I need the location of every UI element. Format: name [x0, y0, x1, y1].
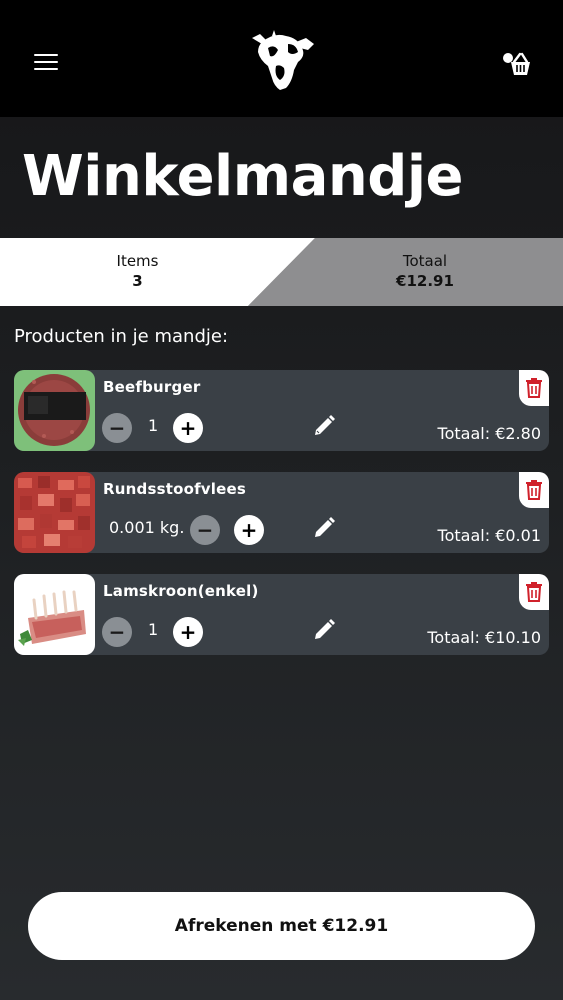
product-name: Lamskroon(enkel) — [103, 582, 259, 600]
top-bar — [0, 0, 563, 117]
product-image — [14, 472, 95, 553]
trash-icon — [526, 480, 542, 500]
quantity-value: 1 — [148, 620, 159, 639]
pencil-icon[interactable] — [312, 516, 336, 540]
total-value: €12.91 — [396, 272, 454, 290]
items-label: Items — [116, 252, 159, 270]
summary-total: Totaal €12.91 — [300, 252, 550, 290]
items-count: 3 — [132, 272, 143, 290]
product-name: Rundsstoofvlees — [103, 480, 247, 498]
basket-icon[interactable] — [500, 48, 536, 78]
trash-icon — [526, 378, 542, 398]
delete-button[interactable] — [519, 370, 549, 406]
checkout-button[interactable]: Afrekenen met €12.91 — [28, 892, 535, 960]
decrease-quantity-button[interactable]: − — [102, 617, 132, 647]
trash-icon — [526, 582, 542, 602]
delete-button[interactable] — [519, 574, 549, 610]
delete-button[interactable] — [519, 472, 549, 508]
item-total: Totaal: €2.80 — [437, 424, 541, 443]
cart-summary: Items 3 Totaal €12.91 — [0, 238, 563, 306]
section-label: Producten in je mandje: — [14, 326, 229, 347]
product-name: Beefburger — [103, 378, 201, 396]
page-title: Winkelmandje — [22, 144, 464, 209]
decrease-quantity-button[interactable]: − — [190, 515, 220, 545]
pencil-icon[interactable] — [312, 618, 336, 642]
increase-quantity-button[interactable]: + — [173, 413, 203, 443]
cart-item: Beefburger − 1 + Totaal: €2.80 — [14, 370, 549, 451]
increase-quantity-button[interactable]: + — [173, 617, 203, 647]
decrease-quantity-button[interactable]: − — [102, 413, 132, 443]
summary-items: Items 3 — [0, 252, 275, 290]
product-image — [14, 370, 95, 451]
item-total: Totaal: €10.10 — [427, 628, 541, 647]
item-total: Totaal: €0.01 — [437, 526, 541, 545]
cart-item: Rundsstoofvlees 0.001 kg. − + Totaal: €0… — [14, 472, 549, 553]
pencil-icon[interactable] — [312, 414, 336, 438]
cow-logo — [252, 30, 314, 90]
cart-item: Lamskroon(enkel) − 1 + Totaal: €10.10 — [14, 574, 549, 655]
quantity-value: 1 — [148, 416, 159, 435]
increase-quantity-button[interactable]: + — [234, 515, 264, 545]
quantity-value: 0.001 kg. — [109, 518, 185, 537]
product-image — [14, 574, 95, 655]
hamburger-menu-icon[interactable] — [34, 54, 58, 72]
total-label: Totaal — [402, 252, 448, 270]
